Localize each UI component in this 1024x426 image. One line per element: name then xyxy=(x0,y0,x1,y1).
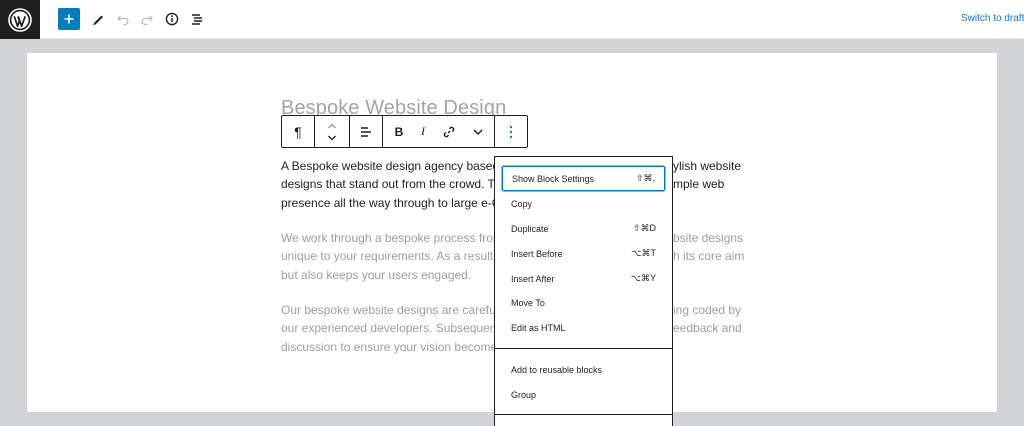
info-icon xyxy=(165,12,179,26)
editor-header: Switch to draft xyxy=(0,0,1024,39)
menu-item-shortcut: ⌥⌘T xyxy=(631,248,656,258)
menu-item-insert-before[interactable]: Insert Before ⌥⌘T xyxy=(502,241,665,266)
paragraph-line-tail: h its core aim xyxy=(673,249,745,264)
menu-item-shortcut: ⌥⌘Y xyxy=(630,273,656,283)
link-button[interactable] xyxy=(437,116,461,147)
move-block-control[interactable] xyxy=(315,116,349,147)
add-block-button[interactable] xyxy=(58,8,80,30)
redo-icon xyxy=(141,15,153,26)
paragraph-line-tail: ing coded by xyxy=(673,303,742,317)
menu-item-show-block-settings[interactable]: Show Block Settings ⇧⌘, xyxy=(502,166,665,191)
menu-item-label: Copy xyxy=(511,198,533,209)
undo-icon xyxy=(117,15,129,26)
menu-item-duplicate[interactable]: Duplicate ⇧⌘D xyxy=(502,216,665,241)
paragraph-line-tail: ylish website xyxy=(673,159,742,173)
menu-item-shortcut: ⇧⌘D xyxy=(632,223,656,233)
menu-item-label: Insert After xyxy=(511,273,555,284)
menu-item-shortcut: ⇧⌘, xyxy=(635,173,655,183)
tools-button[interactable] xyxy=(87,8,109,30)
menu-item-label: Duplicate xyxy=(511,223,549,234)
outline-button[interactable] xyxy=(186,8,208,30)
list-view-icon xyxy=(192,14,202,25)
block-type-button[interactable]: ¶ xyxy=(282,116,314,147)
details-button[interactable] xyxy=(161,8,183,30)
redo-button[interactable] xyxy=(136,8,158,30)
paragraph-block-tail: ylish website mple web xyxy=(673,157,753,194)
menu-item-label: Show Block Settings xyxy=(512,173,595,184)
menu-item-label: Group xyxy=(511,389,537,400)
menu-item-label: Insert Before xyxy=(511,248,563,259)
menu-divider xyxy=(495,414,672,415)
paragraph-line-tail: mple web xyxy=(673,177,725,192)
menu-item-move-to[interactable]: Move To xyxy=(502,290,665,315)
menu-item-insert-after[interactable]: Insert After ⌥⌘Y xyxy=(502,266,665,291)
menu-item-edit-as-html[interactable]: Edit as HTML xyxy=(502,315,665,340)
plus-icon xyxy=(64,14,74,24)
chevron-down-icon xyxy=(473,129,483,135)
move-up-down-icon xyxy=(328,123,336,140)
menu-item-label: Move To xyxy=(511,297,545,308)
pencil-icon xyxy=(93,15,103,25)
paragraph-block-tail: bsite designs h its core aim xyxy=(673,229,753,266)
pilcrow-icon: ¶ xyxy=(294,123,302,140)
bold-button[interactable]: B xyxy=(387,116,411,147)
more-vertical-icon xyxy=(509,125,513,138)
switch-to-draft-button[interactable]: Switch to draft xyxy=(961,13,1024,24)
block-toolbar: ¶ B I xyxy=(281,115,528,148)
menu-item-add-to-reusable-blocks[interactable]: Add to reusable blocks xyxy=(502,357,665,382)
wordpress-logo-icon[interactable] xyxy=(0,0,40,39)
paragraph-block-tail: ing coded by eedback and xyxy=(673,301,753,338)
link-icon xyxy=(443,126,455,137)
menu-divider xyxy=(495,348,672,349)
menu-item-label: Add to reusable blocks xyxy=(511,364,603,375)
align-button[interactable] xyxy=(350,116,382,147)
paragraph-line-tail: bsite designs xyxy=(673,231,744,245)
paragraph-line-tail: eedback and xyxy=(673,321,742,336)
more-rich-text-button[interactable] xyxy=(466,116,490,147)
menu-item-label: Edit as HTML xyxy=(511,322,566,333)
italic-button[interactable]: I xyxy=(412,116,434,147)
more-options-button[interactable] xyxy=(495,116,527,147)
block-options-menu: Show Block Settings ⇧⌘, Copy Duplicate ⇧… xyxy=(494,156,673,426)
undo-button[interactable] xyxy=(112,8,134,30)
align-left-icon xyxy=(361,126,371,137)
menu-item-group[interactable]: Group xyxy=(502,382,665,407)
menu-item-copy[interactable]: Copy xyxy=(502,191,665,216)
